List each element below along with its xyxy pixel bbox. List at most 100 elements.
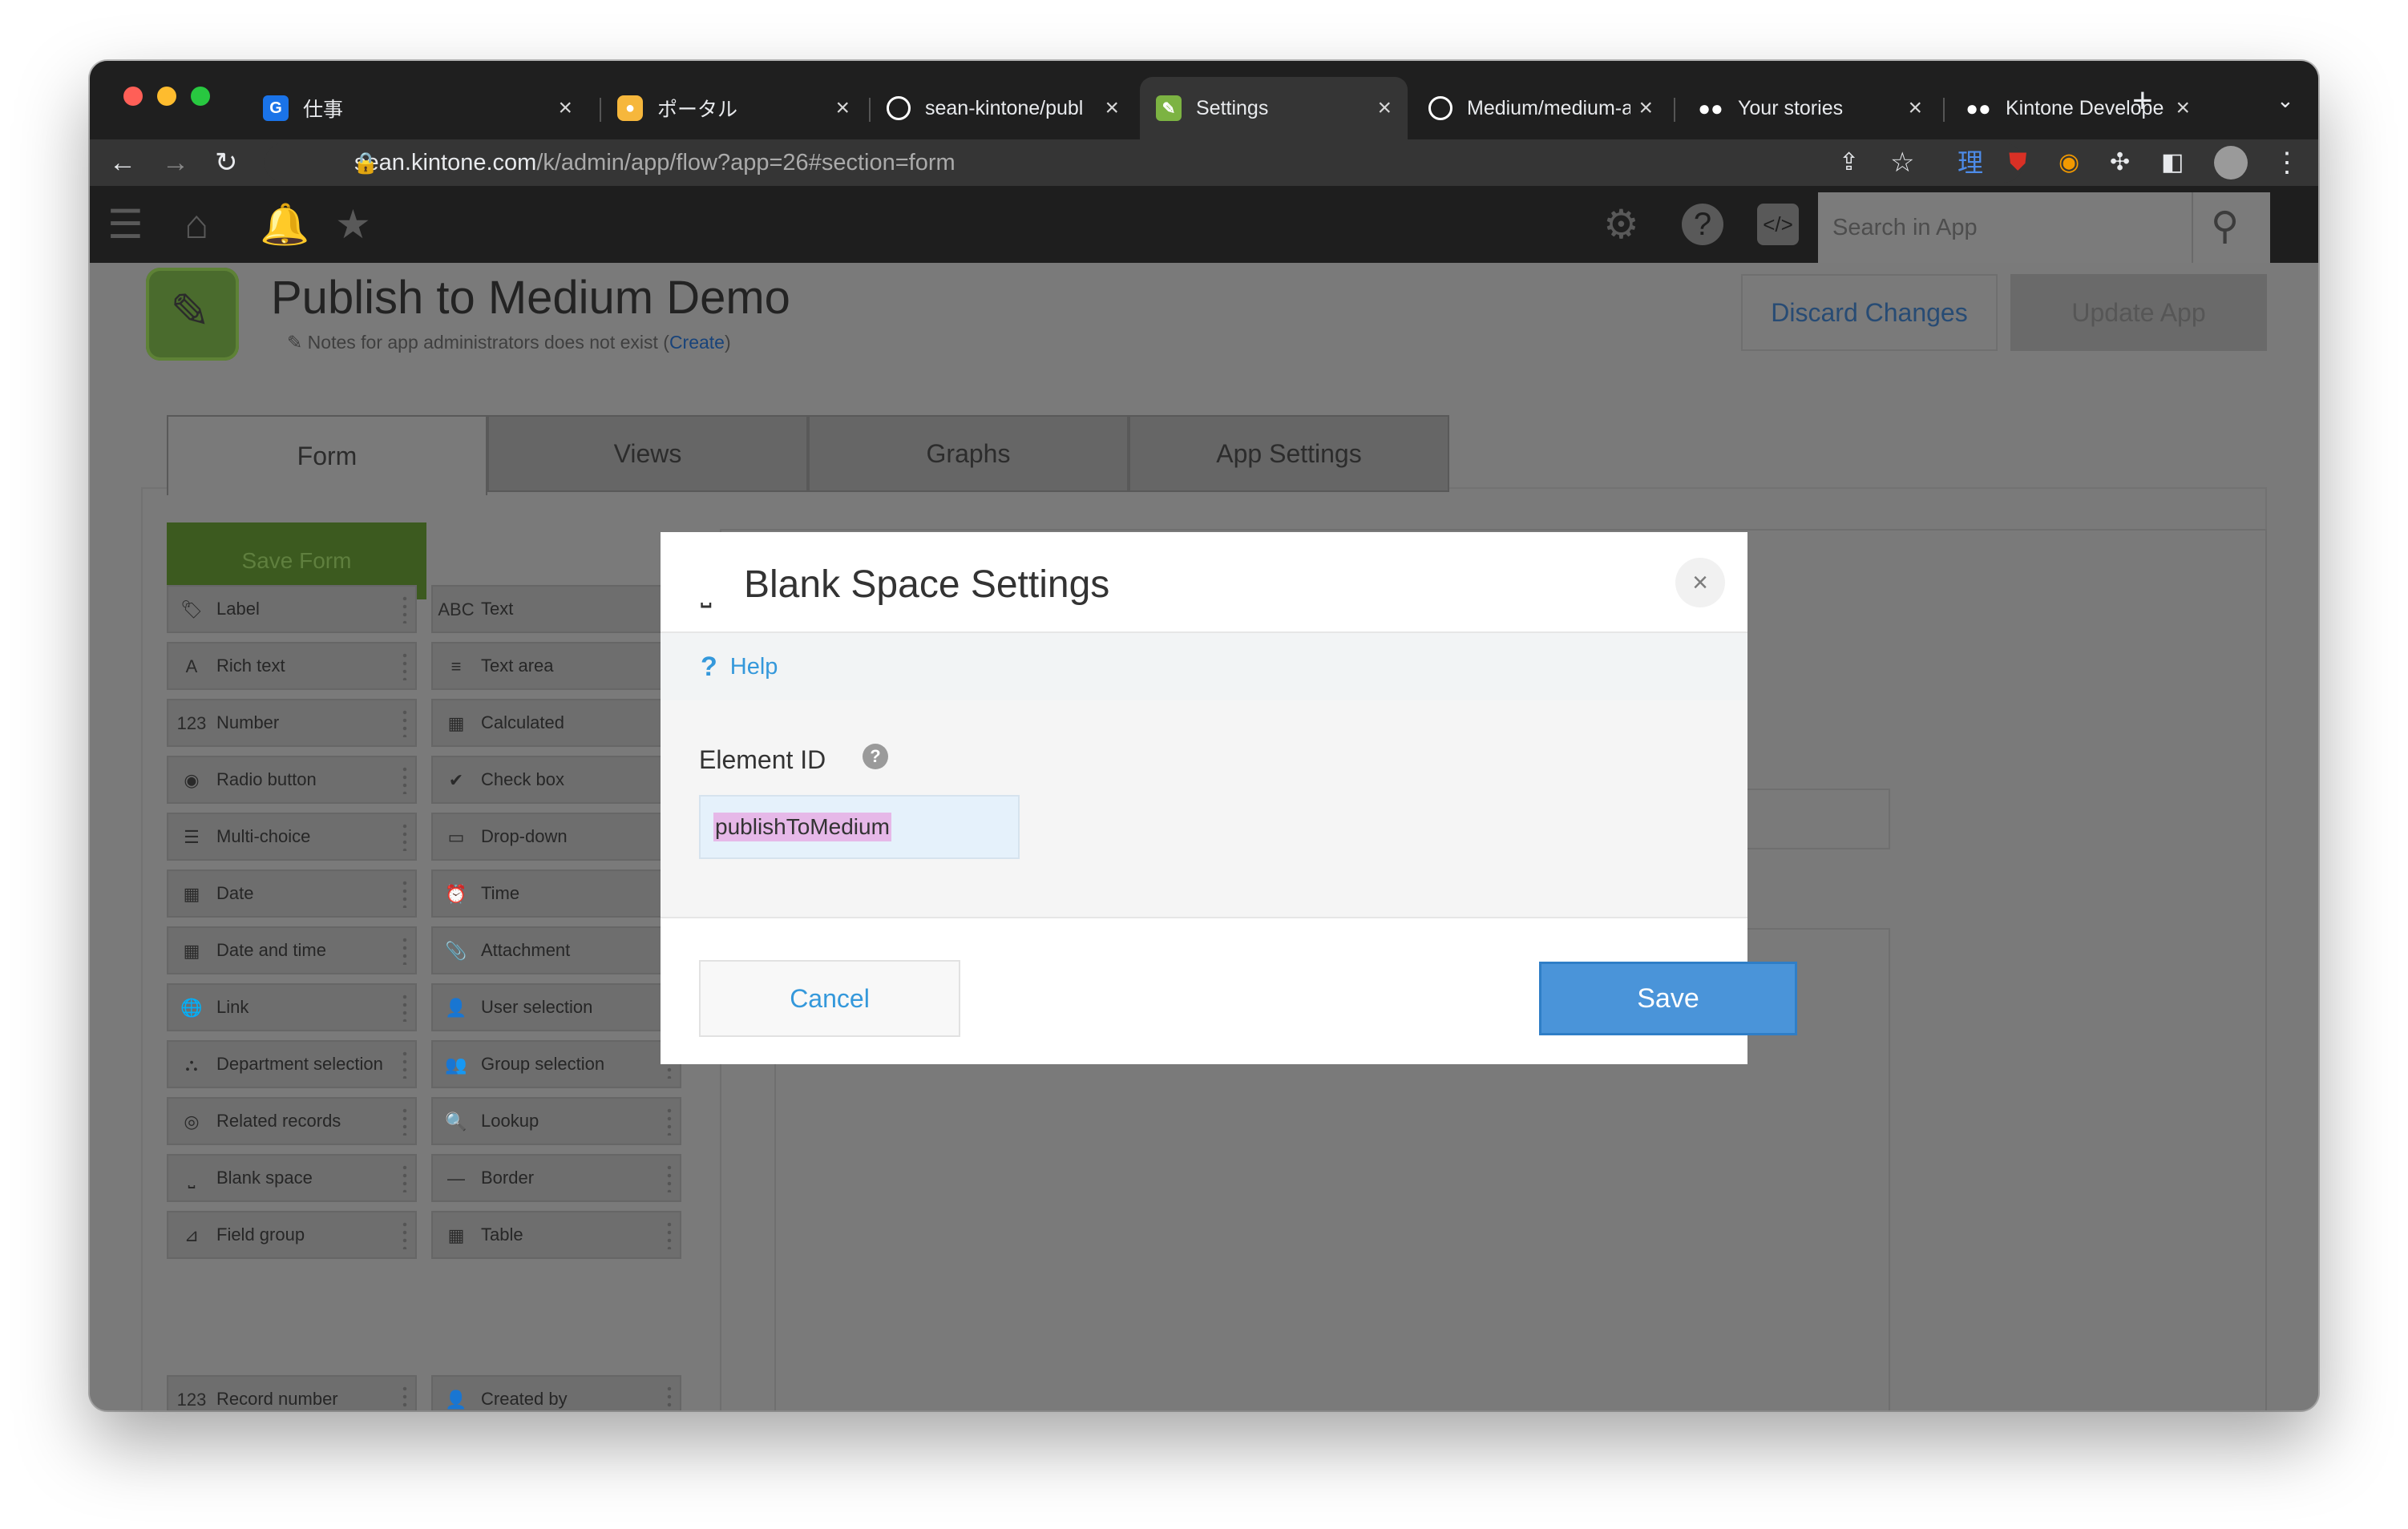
tab-search-chevron-icon[interactable]: ⌄ <box>2277 88 2294 113</box>
palette-item[interactable]: ⊿ Field group <box>167 1211 417 1259</box>
close-tab-icon[interactable]: × <box>558 95 572 122</box>
drag-handle-icon[interactable] <box>401 936 409 965</box>
drag-handle-icon[interactable] <box>401 595 409 623</box>
help-link[interactable]: ? Help <box>661 633 1747 700</box>
drag-handle-icon[interactable] <box>401 1164 409 1192</box>
share-icon[interactable]: ⇪ <box>1839 147 1859 178</box>
close-tab-icon[interactable]: × <box>1908 95 1922 122</box>
drag-handle-icon[interactable] <box>665 1220 673 1249</box>
drag-handle-icon[interactable] <box>401 708 409 737</box>
pencil-icon: ✎ <box>1156 95 1182 121</box>
palette-item[interactable]: ▦ Calculated <box>431 699 681 747</box>
palette-item[interactable]: ✔ Check box <box>431 756 681 804</box>
drag-handle-icon[interactable] <box>665 1385 673 1410</box>
discard-changes-button[interactable]: Discard Changes <box>1741 274 1998 351</box>
extension-ri-icon[interactable]: 理 <box>1958 147 1983 178</box>
bookmark-star-icon[interactable]: ☆ <box>1890 147 1914 178</box>
browser-menu-icon[interactable]: ⋮ <box>2273 147 2301 178</box>
palette-item[interactable]: 🌐 Link <box>167 983 417 1031</box>
browser-tab[interactable]: G 仕事 × <box>247 77 588 139</box>
palette-item[interactable]: ▦ Table <box>431 1211 681 1259</box>
palette-item[interactable]: 123 Number <box>167 699 417 747</box>
gear-icon[interactable]: ⚙ <box>1603 204 1639 245</box>
drag-handle-icon[interactable] <box>401 1385 409 1410</box>
palette-item[interactable]: ◉ Radio button <box>167 756 417 804</box>
search-button[interactable]: ⚲ <box>2192 192 2270 263</box>
star-icon[interactable]: ★ <box>335 204 371 245</box>
side-panel-icon[interactable]: ◧ <box>2161 147 2184 178</box>
palette-item[interactable]: ABC Text <box>431 585 681 633</box>
tab-form[interactable]: Form <box>167 415 487 495</box>
palette-item[interactable]: 🏷 Label <box>167 585 417 633</box>
color-extension-icon[interactable]: ◉ <box>2059 147 2079 178</box>
home-icon[interactable]: ⌂ <box>184 204 208 245</box>
profile-avatar[interactable] <box>2214 146 2248 180</box>
palette-item-label: Created by <box>481 1389 568 1409</box>
palette-item[interactable]: — Border <box>431 1154 681 1202</box>
palette-item[interactable]: ◎ Related records <box>167 1097 417 1145</box>
field-type-icon: ⛬ <box>185 1055 198 1075</box>
palette-item[interactable]: 123 Record number <box>167 1375 417 1410</box>
palette-item[interactable]: 👤 Created by <box>431 1375 681 1410</box>
drag-handle-icon[interactable] <box>401 765 409 794</box>
new-tab-button[interactable]: + <box>2132 83 2153 119</box>
palette-item[interactable]: ▦ Date <box>167 869 417 918</box>
drag-handle-icon[interactable] <box>401 993 409 1022</box>
back-arrow-icon[interactable]: ← <box>109 147 136 178</box>
code-icon[interactable]: </> <box>1757 204 1799 245</box>
drag-handle-icon[interactable] <box>401 822 409 851</box>
palette-item[interactable]: 👥 Group selection <box>431 1040 681 1088</box>
palette-item[interactable]: 🔍 Lookup <box>431 1097 681 1145</box>
close-tab-icon[interactable]: × <box>835 95 850 122</box>
browser-tab[interactable]: ● ポータル × <box>601 77 866 139</box>
drag-handle-icon[interactable] <box>665 1107 673 1136</box>
ublock-icon[interactable]: ⛊ <box>2009 147 2027 178</box>
address-bar[interactable]: 🔒 sean.kintone.com/k/admin/app/flow?app=… <box>265 143 2023 183</box>
close-tab-icon[interactable]: × <box>1105 95 1119 122</box>
tab-graphs[interactable]: Graphs <box>808 415 1129 492</box>
palette-item[interactable]: A Rich text <box>167 642 417 690</box>
palette-item[interactable]: ⛬ Department selection <box>167 1040 417 1088</box>
element-id-input[interactable]: publishToMedium <box>699 795 1020 859</box>
close-tab-icon[interactable]: × <box>2176 95 2190 122</box>
browser-tab-active[interactable]: ✎ Settings × <box>1140 77 1408 139</box>
drag-handle-icon[interactable] <box>401 879 409 908</box>
reload-icon[interactable]: ↻ <box>215 147 238 178</box>
extensions-puzzle-icon[interactable]: ✣ <box>2110 147 2130 178</box>
palette-item[interactable]: ≡ Text area <box>431 642 681 690</box>
close-icon[interactable]: × <box>1675 558 1725 607</box>
drag-handle-icon[interactable] <box>665 1164 673 1192</box>
app-search-input[interactable]: Search in App <box>1818 192 2192 263</box>
minimize-window-button[interactable] <box>157 87 176 106</box>
browser-tab[interactable]: ●● Your stories × <box>1682 77 1938 139</box>
update-app-button[interactable]: Update App <box>2010 274 2267 351</box>
palette-item[interactable]: ▦ Date and time <box>167 926 417 974</box>
drag-handle-icon[interactable] <box>401 1220 409 1249</box>
drag-handle-icon[interactable] <box>401 1107 409 1136</box>
cancel-button[interactable]: Cancel <box>699 960 960 1037</box>
palette-item[interactable]: ▭ Drop-down <box>431 813 681 861</box>
palette-item[interactable]: ⏰ Time <box>431 869 681 918</box>
save-button[interactable]: Save <box>1539 962 1797 1035</box>
help-icon[interactable]: ? <box>1682 204 1723 245</box>
close-tab-icon[interactable]: × <box>1377 95 1392 122</box>
palette-item[interactable]: ⎵ Blank space <box>167 1154 417 1202</box>
tab-views[interactable]: Views <box>487 415 808 492</box>
create-notes-link[interactable]: Create <box>669 332 725 353</box>
menu-hamburger-icon[interactable]: ☰ <box>107 204 143 245</box>
tab-app-settings[interactable]: App Settings <box>1129 415 1449 492</box>
browser-tab[interactable]: Medium/medium-a × <box>1412 77 1669 139</box>
bell-icon[interactable]: 🔔 <box>260 204 309 245</box>
palette-item[interactable]: 📎 Attachment <box>431 926 681 974</box>
browser-tab[interactable]: ●● Kintone Develope × <box>1949 77 2206 139</box>
palette-item[interactable]: ☰ Multi-choice <box>167 813 417 861</box>
forward-arrow-icon[interactable]: → <box>162 147 189 178</box>
close-tab-icon[interactable]: × <box>1638 95 1653 122</box>
element-id-help-icon[interactable]: ? <box>863 744 888 769</box>
palette-item[interactable]: 👤 User selection <box>431 983 681 1031</box>
close-window-button[interactable] <box>123 87 143 106</box>
browser-tab[interactable]: sean-kintone/publ × <box>871 77 1135 139</box>
drag-handle-icon[interactable] <box>401 1050 409 1079</box>
drag-handle-icon[interactable] <box>401 652 409 680</box>
zoom-window-button[interactable] <box>191 87 210 106</box>
